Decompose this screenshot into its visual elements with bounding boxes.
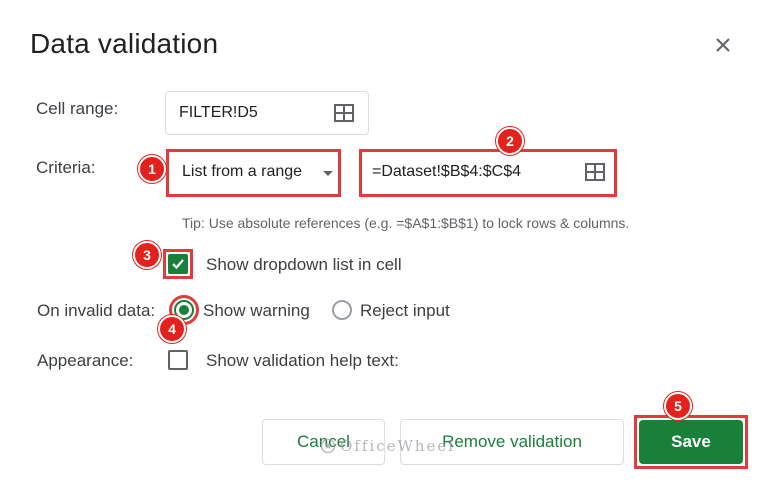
cell-range-value: FILTER!D5	[179, 104, 258, 121]
step-badge-4: 4	[158, 315, 186, 343]
show-warning-label: Show warning	[203, 301, 310, 320]
dialog-title: Data validation	[30, 28, 219, 59]
close-icon[interactable]	[710, 32, 736, 58]
step-badge-5: 5	[664, 392, 692, 420]
checkmark-icon	[172, 259, 184, 270]
data-validation-dialog: Data validation Cell range: FILTER!D5 Cr…	[0, 0, 767, 486]
step-badge-3: 3	[133, 241, 161, 269]
criteria-range-field[interactable]: =Dataset!$B$4:$C$4	[361, 151, 614, 195]
criteria-type-dropdown[interactable]: List from a range	[168, 151, 338, 195]
step-badge-2: 2	[496, 127, 524, 155]
show-dropdown-checkbox[interactable]	[168, 254, 188, 274]
criteria-label: Criteria:	[36, 158, 96, 177]
reject-input-label: Reject input	[360, 301, 450, 320]
save-button[interactable]: Save	[639, 420, 743, 464]
watermark-logo-icon	[320, 438, 336, 454]
reject-input-radio[interactable]	[332, 300, 352, 320]
show-dropdown-label: Show dropdown list in cell	[206, 255, 402, 274]
criteria-range-value: =Dataset!$B$4:$C$4	[372, 163, 521, 180]
watermark-text: OfficeWheel	[340, 437, 456, 455]
criteria-type-value: List from a range	[182, 163, 303, 180]
cell-range-label: Cell range:	[36, 99, 119, 118]
cell-range-field[interactable]: FILTER!D5	[165, 91, 369, 135]
chevron-down-icon	[323, 171, 333, 176]
step-badge-1: 1	[138, 155, 166, 183]
help-text-label: Show validation help text:	[206, 351, 399, 370]
appearance-label: Appearance:	[37, 351, 134, 370]
grid-icon[interactable]	[334, 104, 354, 122]
criteria-tip: Tip: Use absolute references (e.g. =$A$1…	[182, 215, 630, 231]
grid-icon[interactable]	[585, 163, 605, 181]
invalid-data-label: On invalid data:	[37, 301, 156, 320]
help-text-checkbox[interactable]	[168, 350, 188, 370]
